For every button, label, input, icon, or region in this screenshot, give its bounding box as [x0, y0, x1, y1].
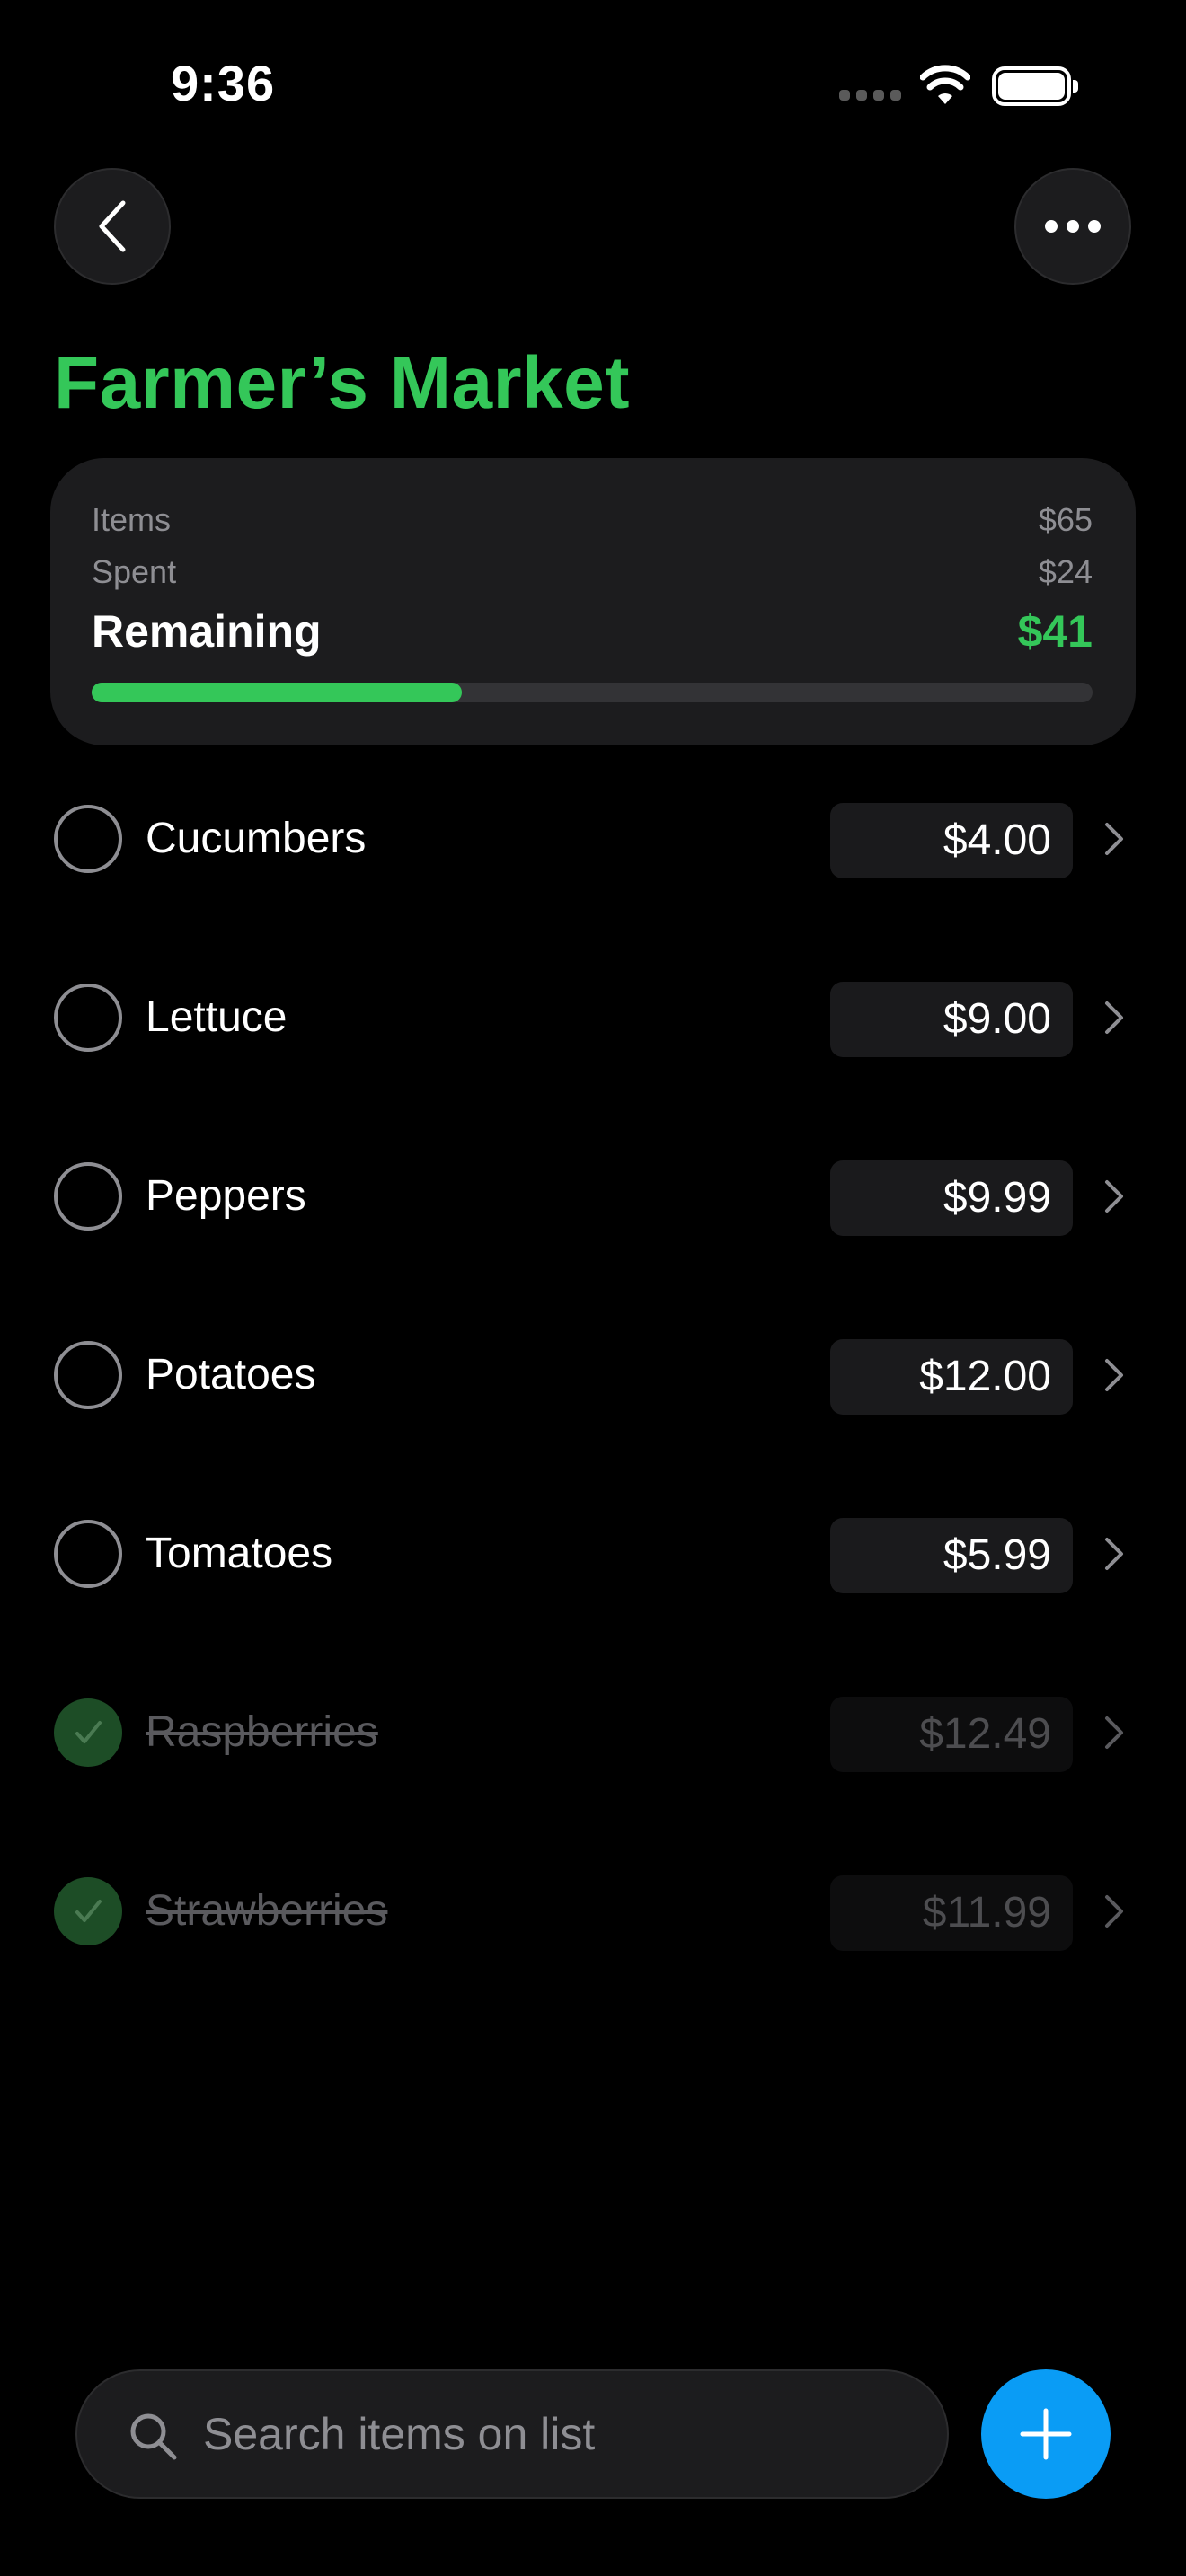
- search-input[interactable]: [203, 2371, 922, 2497]
- remaining-label: Remaining: [92, 606, 322, 657]
- shopping-list: Cucumbers $4.00 Lettuce $9.00 Peppers $9.99 Po…: [0, 799, 1186, 2051]
- search-icon: [130, 2413, 177, 2460]
- chevron-left-icon: [99, 200, 126, 252]
- spent-value: $24: [1038, 553, 1093, 590]
- item-checkbox[interactable]: [54, 1877, 122, 1945]
- item-name: Strawberries: [146, 1887, 388, 1935]
- item-checkbox[interactable]: [54, 1162, 122, 1231]
- chevron-right-icon[interactable]: [1103, 1893, 1125, 1929]
- chevron-right-icon[interactable]: [1103, 1178, 1125, 1214]
- spending-progress-bar: [92, 683, 1093, 702]
- item-name: Peppers: [146, 1172, 306, 1220]
- search-bar[interactable]: [75, 2369, 949, 2499]
- items-label: Items: [92, 501, 172, 538]
- item-price-field[interactable]: $4.00: [830, 803, 1073, 878]
- item-checkbox[interactable]: [54, 1520, 122, 1588]
- chevron-right-icon[interactable]: [1103, 821, 1125, 857]
- page-title: Farmer’s Market: [54, 342, 631, 424]
- item-checkbox[interactable]: [54, 805, 122, 873]
- item-price-field[interactable]: $12.49: [830, 1697, 1073, 1772]
- list-item[interactable]: Cucumbers $4.00: [0, 799, 1186, 978]
- item-price-field[interactable]: $9.00: [830, 982, 1073, 1057]
- item-name: Lettuce: [146, 993, 288, 1041]
- list-item[interactable]: Raspberries $12.49: [0, 1693, 1186, 1872]
- back-button[interactable]: [54, 168, 171, 285]
- item-price-field[interactable]: $9.99: [830, 1160, 1073, 1236]
- more-options-button[interactable]: [1014, 168, 1131, 285]
- spent-row: Spent $24: [92, 553, 1093, 591]
- remaining-value: $41: [1017, 606, 1093, 657]
- item-name: Cucumbers: [146, 815, 367, 862]
- chevron-right-icon[interactable]: [1103, 1000, 1125, 1036]
- checkmark-icon: [75, 1900, 102, 1922]
- item-checkbox[interactable]: [54, 1698, 122, 1767]
- battery-icon: [992, 66, 1078, 106]
- item-name: Tomatoes: [146, 1530, 333, 1577]
- item-name: Potatoes: [146, 1351, 316, 1398]
- item-checkbox[interactable]: [54, 984, 122, 1052]
- checkmark-icon: [75, 1721, 102, 1743]
- list-item[interactable]: Strawberries $11.99: [0, 1872, 1186, 2051]
- item-name: Raspberries: [146, 1708, 378, 1756]
- chevron-right-icon[interactable]: [1103, 1536, 1125, 1572]
- item-price-field[interactable]: $11.99: [830, 1875, 1073, 1951]
- list-item[interactable]: Potatoes $12.00: [0, 1336, 1186, 1514]
- remaining-row: Remaining $41: [92, 605, 1093, 657]
- status-bar: 9:36: [0, 0, 1186, 171]
- list-item[interactable]: Tomatoes $5.99: [0, 1514, 1186, 1693]
- add-item-button[interactable]: [981, 2369, 1111, 2499]
- item-checkbox[interactable]: [54, 1341, 122, 1409]
- list-item[interactable]: Lettuce $9.00: [0, 978, 1186, 1157]
- list-item[interactable]: Peppers $9.99: [0, 1157, 1186, 1336]
- status-time: 9:36: [171, 55, 276, 111]
- item-price-field[interactable]: $5.99: [830, 1518, 1073, 1593]
- chevron-right-icon[interactable]: [1103, 1715, 1125, 1751]
- spent-label: Spent: [92, 553, 177, 590]
- ellipsis-icon: [1045, 220, 1101, 233]
- plus-icon: [1020, 2408, 1072, 2460]
- cellular-signal-icon: [839, 90, 902, 102]
- items-total-row: Items $65: [92, 501, 1093, 539]
- chevron-right-icon[interactable]: [1103, 1357, 1125, 1393]
- budget-summary-card: Items $65 Spent $24 Remaining $41: [50, 458, 1136, 745]
- item-price-field[interactable]: $12.00: [830, 1339, 1073, 1415]
- spending-progress-fill: [92, 683, 463, 702]
- items-value: $65: [1038, 501, 1093, 538]
- wifi-icon: [920, 65, 970, 104]
